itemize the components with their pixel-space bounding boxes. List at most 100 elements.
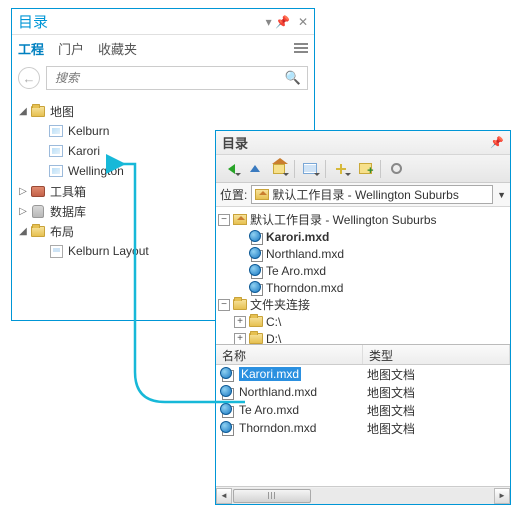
collapse-icon[interactable]: ◢ (16, 106, 30, 117)
expand-icon[interactable]: ▷ (16, 206, 30, 217)
chevron-down-icon[interactable]: ▼ (497, 190, 506, 200)
collapse-toggle[interactable]: − (218, 214, 230, 226)
column-header-type[interactable]: 类型 (363, 345, 510, 364)
folder-icon (30, 223, 46, 239)
gear-icon (391, 163, 402, 174)
file-type: 地图文档 (363, 402, 510, 419)
tree-mxd-item[interactable]: Karori.mxd (234, 228, 508, 245)
arrow-left-icon (228, 164, 235, 174)
expand-icon[interactable]: ▷ (16, 186, 30, 197)
connect-folder-button[interactable] (354, 158, 376, 180)
tree-label: 文件夹连接 (250, 296, 310, 313)
tree-label: Karori (68, 144, 100, 158)
file-name: Karori.mxd (239, 367, 301, 381)
tree-label: 布局 (50, 223, 74, 240)
database-icon (30, 203, 46, 219)
scroll-thumb[interactable] (233, 489, 311, 503)
file-list: Karori.mxd地图文档Northland.mxd地图文档Te Aro.mx… (216, 365, 510, 486)
tree-mxd-item[interactable]: Thorndon.mxd (234, 279, 508, 296)
location-combo[interactable]: 默认工作目录 - Wellington Suburbs (251, 185, 493, 204)
collapse-icon[interactable]: ◢ (16, 226, 30, 237)
location-label: 位置: (220, 186, 247, 203)
tree-root-folder[interactable]: − 默认工作目录 - Wellington Suburbs (218, 211, 508, 228)
catalog-tree: − 默认工作目录 - Wellington Suburbs Karori.mxd… (216, 207, 510, 345)
back-button[interactable] (220, 158, 242, 180)
tree-label: Kelburn Layout (68, 244, 149, 258)
folder-icon (249, 333, 263, 344)
horizontal-scrollbar[interactable]: ◄ ► (216, 486, 510, 504)
tree-label: 工具箱 (50, 183, 86, 200)
close-icon[interactable]: ✕ (298, 15, 308, 29)
column-header-name[interactable]: 名称 (216, 345, 363, 364)
toolbox-icon (30, 183, 46, 199)
tree-label: 数据库 (50, 203, 86, 220)
tab-project[interactable]: 工程 (18, 37, 44, 60)
mxd-icon (220, 385, 234, 399)
map-icon (48, 143, 64, 159)
tree-drive-item[interactable]: + D:\ (234, 330, 508, 345)
catalog-window-arcmap: 目录 📌 位置: 默认工作目录 - Wellington Suburbs ▼ −… (215, 130, 511, 505)
tree-label: C:\ (266, 315, 281, 329)
tree-label: Kelburn (68, 124, 109, 138)
list-item[interactable]: Te Aro.mxd 地图文档 (216, 401, 510, 419)
options-button[interactable] (385, 158, 407, 180)
pin-icon[interactable]: ▾ 📌 (266, 15, 290, 29)
menu-icon[interactable] (294, 43, 308, 53)
scroll-track[interactable] (232, 488, 494, 504)
location-bar: 位置: 默认工作目录 - Wellington Suburbs ▼ (216, 183, 510, 207)
map-icon (48, 123, 64, 139)
mxd-icon (249, 247, 263, 261)
arcmap-catalog-titlebar: 目录 📌 (216, 131, 510, 155)
file-name: Te Aro.mxd (239, 403, 299, 417)
map-icon (48, 163, 64, 179)
tree-label: Te Aro.mxd (266, 264, 326, 278)
location-value: 默认工作目录 - Wellington Suburbs (272, 186, 459, 203)
list-item[interactable]: Northland.mxd地图文档 (216, 383, 510, 401)
folder-icon (233, 299, 247, 310)
search-icon[interactable]: 🔍 (285, 70, 301, 86)
tree-label: Karori.mxd (266, 230, 329, 244)
list-header: 名称 类型 (216, 345, 510, 365)
tree-label: Thorndon.mxd (266, 281, 343, 295)
folder-icon (30, 103, 46, 119)
catalog-toolbar (216, 155, 510, 183)
tree-drive-item[interactable]: + C:\ (234, 313, 508, 330)
scroll-left-button[interactable]: ◄ (216, 488, 232, 504)
nav-back-button[interactable]: ← (18, 67, 40, 89)
pin-icon[interactable]: 📌 (490, 136, 504, 149)
view-button[interactable] (299, 158, 321, 180)
up-button[interactable] (244, 158, 266, 180)
collapse-toggle[interactable]: − (218, 299, 230, 311)
expand-toggle[interactable]: + (234, 333, 246, 345)
catalog-tabs: 工程 门户 收藏夹 (12, 35, 314, 61)
home-button[interactable] (268, 158, 290, 180)
tree-mxd-item[interactable]: Northland.mxd (234, 245, 508, 262)
tab-portal[interactable]: 门户 (58, 37, 84, 60)
home-icon (273, 164, 285, 174)
list-item[interactable]: Thorndon.mxd地图文档 (216, 419, 510, 437)
search-input[interactable]: 🔍 (46, 66, 308, 90)
tree-folder-connections[interactable]: − 文件夹连接 (218, 296, 508, 313)
expand-toggle[interactable]: + (234, 316, 246, 328)
tree-label: D:\ (266, 332, 281, 346)
file-name: Northland.mxd (239, 385, 317, 399)
list-item[interactable]: Karori.mxd地图文档 (216, 365, 510, 383)
file-name: Thorndon.mxd (239, 421, 316, 435)
search-row: ← 🔍 (12, 61, 314, 95)
folder-icon (249, 316, 263, 327)
catalog-titlebar: 目录 ▾ 📌 ✕ (12, 9, 314, 35)
plus-icon (336, 164, 346, 174)
mxd-icon (220, 367, 234, 381)
search-field[interactable] (53, 70, 285, 86)
tree-mxd-item[interactable]: Te Aro.mxd (234, 262, 508, 279)
connect-folder-icon (359, 163, 372, 174)
scroll-right-button[interactable]: ► (494, 488, 510, 504)
tab-favorites[interactable]: 收藏夹 (98, 37, 137, 60)
mxd-icon (249, 264, 263, 278)
tree-label: 地图 (50, 103, 74, 120)
mxd-icon (220, 403, 234, 417)
arrow-up-icon (250, 165, 260, 172)
tree-maps-section[interactable]: ◢ 地图 (16, 101, 310, 121)
new-button[interactable] (330, 158, 352, 180)
mxd-icon (249, 281, 263, 295)
